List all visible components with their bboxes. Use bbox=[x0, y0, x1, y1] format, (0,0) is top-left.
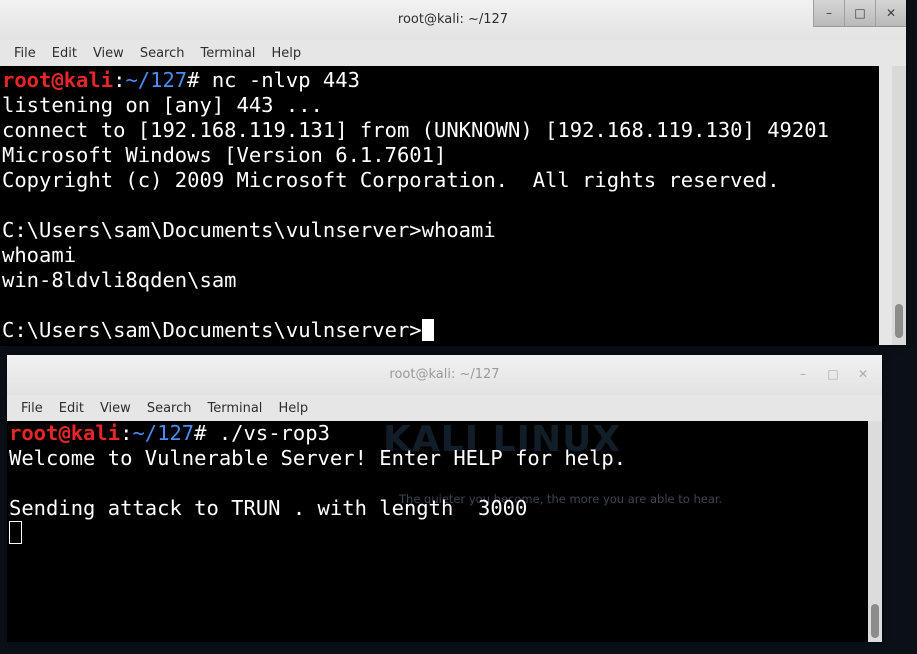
prompt-command: ./vs-rop3 bbox=[206, 421, 330, 445]
prompt-line: root@kali:~/127# ./vs-rop3 bbox=[9, 421, 869, 446]
output-line: Sending attack to TRUN . with length 300… bbox=[9, 496, 528, 520]
menu-file[interactable]: File bbox=[13, 401, 51, 416]
prompt-separator: : bbox=[113, 68, 126, 92]
terminal-text: root@kali:~/127# ./vs-rop3 Welcome to Vu… bbox=[9, 421, 869, 546]
text-cursor bbox=[421, 319, 434, 341]
output-line: listening on [any] 443 ... bbox=[2, 93, 323, 117]
scrollbar-thumb[interactable] bbox=[871, 604, 879, 638]
top-window-titlebar[interactable]: root@kali: ~/127 – □ ✕ bbox=[0, 0, 906, 41]
scrollbar[interactable] bbox=[868, 421, 882, 642]
menu-search[interactable]: Search bbox=[139, 401, 200, 416]
cmd-prompt: C:\Users\sam\Documents\vulnserver> bbox=[2, 318, 422, 342]
menu-help[interactable]: Help bbox=[270, 401, 316, 416]
output-line: Welcome to Vulnerable Server! Enter HELP… bbox=[9, 446, 627, 470]
menubar: File Edit View Search Terminal Help bbox=[0, 40, 906, 66]
current-prompt-line: C:\Users\sam\Documents\vulnserver> bbox=[2, 318, 879, 343]
output-line: connect to [192.168.119.131] from (UNKNO… bbox=[2, 118, 829, 142]
minimize-button[interactable]: – bbox=[813, 0, 844, 27]
menu-edit[interactable]: Edit bbox=[44, 46, 85, 61]
prompt-separator: : bbox=[120, 421, 133, 445]
prompt-user: root@kali bbox=[2, 68, 114, 92]
prompt-symbol: # bbox=[187, 68, 200, 92]
output-line: Microsoft Windows [Version 6.1.7601] bbox=[2, 143, 447, 167]
menu-view[interactable]: View bbox=[92, 401, 139, 416]
prompt-user: root@kali bbox=[9, 421, 121, 445]
output-line: C:\Users\sam\Documents\vulnserver>whoami bbox=[2, 218, 496, 242]
window-controls: – □ ✕ bbox=[813, 0, 906, 27]
menu-help[interactable]: Help bbox=[263, 46, 309, 61]
current-input-line bbox=[9, 521, 869, 546]
window-title: root@kali: ~/127 bbox=[389, 367, 500, 382]
prompt-path: ~/127 bbox=[132, 421, 195, 445]
bottom-window-titlebar[interactable]: root@kali: ~/127 – □ ✕ bbox=[7, 355, 882, 396]
menu-terminal[interactable]: Terminal bbox=[192, 46, 263, 61]
menu-edit[interactable]: Edit bbox=[51, 401, 92, 416]
minimize-button[interactable]: – bbox=[788, 361, 818, 387]
text-cursor bbox=[9, 521, 22, 544]
output-line: whoami bbox=[2, 243, 77, 267]
menu-view[interactable]: View bbox=[85, 46, 132, 61]
output-line: win-8ldvli8qden\sam bbox=[2, 268, 237, 292]
terminal-output[interactable]: KALI LINUX The quieter you become, the m… bbox=[7, 421, 869, 642]
maximize-button[interactable]: □ bbox=[818, 361, 848, 387]
top-terminal-window: root@kali: ~/127 – □ ✕ File Edit View Se… bbox=[0, 0, 906, 346]
menu-terminal[interactable]: Terminal bbox=[199, 401, 270, 416]
scrollbar[interactable] bbox=[892, 66, 906, 345]
close-button[interactable]: ✕ bbox=[875, 0, 906, 27]
window-title: root@kali: ~/127 bbox=[397, 12, 509, 27]
bottom-terminal-window: root@kali: ~/127 – □ ✕ File Edit View Se… bbox=[7, 355, 882, 642]
window-controls: – □ ✕ bbox=[788, 361, 878, 387]
maximize-button[interactable]: □ bbox=[844, 0, 875, 27]
menu-file[interactable]: File bbox=[6, 46, 44, 61]
menu-search[interactable]: Search bbox=[132, 46, 193, 61]
terminal-output[interactable]: root@kali:~/127# nc -nlvp 443 listening … bbox=[0, 66, 879, 346]
prompt-line: root@kali:~/127# nc -nlvp 443 bbox=[2, 68, 879, 93]
prompt-command: nc -nlvp 443 bbox=[199, 68, 360, 92]
close-button[interactable]: ✕ bbox=[848, 361, 878, 387]
prompt-symbol: # bbox=[194, 421, 207, 445]
scrollbar-thumb[interactable] bbox=[895, 304, 903, 338]
output-line: Copyright (c) 2009 Microsoft Corporation… bbox=[2, 168, 780, 192]
menubar: File Edit View Search Terminal Help bbox=[7, 395, 882, 421]
prompt-path: ~/127 bbox=[125, 68, 188, 92]
